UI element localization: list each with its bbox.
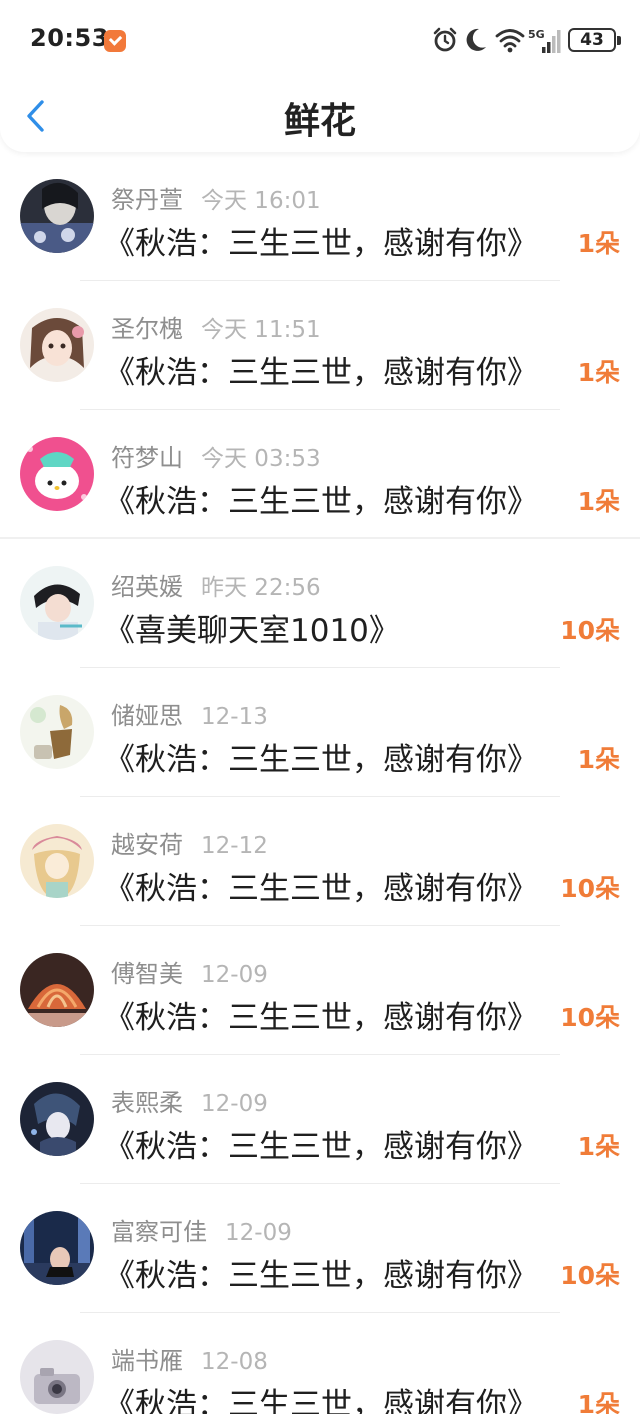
page-title: 鲜花 <box>283 101 356 142</box>
list-item[interactable]: 端书雁 12-08 《秋浩：三生三世，感谢有你》 1朵 <box>0 1313 640 1414</box>
room-name: 《秋浩：三生三世，感谢有你》 <box>104 355 538 391</box>
svg-text:5G: 5G <box>528 28 545 41</box>
room-name: 《秋浩：三生三世，感谢有你》 <box>104 1387 538 1414</box>
room-name: 《秋浩：三生三世，感谢有你》 <box>104 484 538 520</box>
list-item[interactable]: 越安荷 12-12 《秋浩：三生三世，感谢有你》 10朵 <box>0 797 640 926</box>
flower-count: 10朵 <box>560 616 620 645</box>
status-time: 20:53 <box>30 24 109 52</box>
avatar[interactable] <box>20 1211 94 1285</box>
sender-name: 傅智美 <box>111 960 183 988</box>
avatar[interactable] <box>20 1082 94 1156</box>
battery-icon: 43 <box>568 28 621 52</box>
sender-name: 祭丹萱 <box>111 186 183 214</box>
moon-icon <box>466 28 486 51</box>
alarm-icon <box>433 27 457 52</box>
sender-line: 绍英媛 昨天 22:56 <box>111 567 321 601</box>
sender-line: 符梦山 今天 03:53 <box>111 438 321 472</box>
avatar[interactable] <box>20 824 94 898</box>
flower-count: 1朵 <box>577 1132 620 1161</box>
app-badge-icon <box>104 30 126 52</box>
sender-name: 圣尔槐 <box>111 315 183 343</box>
send-time: 今天 03:53 <box>201 446 321 472</box>
flower-count: 10朵 <box>560 1261 620 1290</box>
avatar[interactable] <box>20 1340 94 1414</box>
send-time: 12-08 <box>201 1349 268 1375</box>
room-name: 《秋浩：三生三世，感谢有你》 <box>104 742 538 778</box>
flower-count: 1朵 <box>577 1390 620 1414</box>
5g-signal-icon: 5G <box>528 28 561 53</box>
nav-bar: 鲜花 <box>0 80 640 152</box>
sender-line: 储娅思 12-13 <box>111 696 268 730</box>
flower-count: 10朵 <box>560 1003 620 1032</box>
avatar[interactable] <box>20 953 94 1027</box>
avatar[interactable] <box>20 695 94 769</box>
sender-line: 端书雁 12-08 <box>111 1341 268 1375</box>
send-time: 昨天 22:56 <box>201 575 321 601</box>
sender-line: 祭丹萱 今天 16:01 <box>111 180 321 214</box>
flower-count: 1朵 <box>577 229 620 258</box>
sender-line: 傅智美 12-09 <box>111 954 268 988</box>
avatar[interactable] <box>20 437 94 511</box>
app-root: 20:53 5G 43 鲜花 祭丹萱 今天 16:01 《秋浩：三生三世，感谢有… <box>0 0 640 1414</box>
header: 20:53 5G 43 鲜花 <box>0 0 640 152</box>
list-item[interactable]: 绍英媛 昨天 22:56 《喜美聊天室1010》 10朵 <box>0 539 640 668</box>
send-time: 今天 16:01 <box>201 188 321 214</box>
send-time: 12-09 <box>201 1091 268 1117</box>
send-time: 今天 11:51 <box>201 317 321 343</box>
sender-line: 圣尔槐 今天 11:51 <box>111 309 321 343</box>
status-bar: 20:53 5G 43 <box>0 0 640 80</box>
sender-name: 富察可佳 <box>111 1218 207 1246</box>
send-time: 12-09 <box>201 962 268 988</box>
sender-name: 端书雁 <box>111 1347 183 1375</box>
avatar[interactable] <box>20 308 94 382</box>
list-item[interactable]: 傅智美 12-09 《秋浩：三生三世，感谢有你》 10朵 <box>0 926 640 1055</box>
flower-count: 1朵 <box>577 745 620 774</box>
room-name: 《秋浩：三生三世，感谢有你》 <box>104 1000 538 1036</box>
send-time: 12-09 <box>225 1220 292 1246</box>
room-name: 《秋浩：三生三世，感谢有你》 <box>104 1129 538 1165</box>
flower-list: 祭丹萱 今天 16:01 《秋浩：三生三世，感谢有你》 1朵 圣尔槐 今天 11… <box>0 152 640 1414</box>
avatar[interactable] <box>20 179 94 253</box>
sender-line: 越安荷 12-12 <box>111 825 268 859</box>
flower-count: 1朵 <box>577 487 620 516</box>
send-time: 12-12 <box>201 833 268 859</box>
sender-name: 符梦山 <box>111 444 183 472</box>
list-item[interactable]: 富察可佳 12-09 《秋浩：三生三世，感谢有你》 10朵 <box>0 1184 640 1313</box>
flower-count: 10朵 <box>560 874 620 903</box>
sender-name: 绍英媛 <box>111 573 183 601</box>
list-item[interactable]: 祭丹萱 今天 16:01 《秋浩：三生三世，感谢有你》 1朵 <box>0 152 640 281</box>
wifi-icon <box>495 29 525 53</box>
flower-count: 1朵 <box>577 358 620 387</box>
sender-name: 表熙柔 <box>111 1089 183 1117</box>
room-name: 《秋浩：三生三世，感谢有你》 <box>104 1258 538 1294</box>
list-item[interactable]: 储娅思 12-13 《秋浩：三生三世，感谢有你》 1朵 <box>0 668 640 797</box>
sender-name: 储娅思 <box>111 702 183 730</box>
sender-name: 越安荷 <box>111 831 183 859</box>
room-name: 《喜美聊天室1010》 <box>104 613 400 649</box>
list-item[interactable]: 符梦山 今天 03:53 《秋浩：三生三世，感谢有你》 1朵 <box>0 410 640 539</box>
room-name: 《秋浩：三生三世，感谢有你》 <box>104 226 538 262</box>
room-name: 《秋浩：三生三世，感谢有你》 <box>104 871 538 907</box>
avatar[interactable] <box>20 566 94 640</box>
sender-line: 富察可佳 12-09 <box>111 1212 292 1246</box>
list-item[interactable]: 圣尔槐 今天 11:51 《秋浩：三生三世，感谢有你》 1朵 <box>0 281 640 410</box>
sender-line: 表熙柔 12-09 <box>111 1083 268 1117</box>
send-time: 12-13 <box>201 704 268 730</box>
list-item[interactable]: 表熙柔 12-09 《秋浩：三生三世，感谢有你》 1朵 <box>0 1055 640 1184</box>
